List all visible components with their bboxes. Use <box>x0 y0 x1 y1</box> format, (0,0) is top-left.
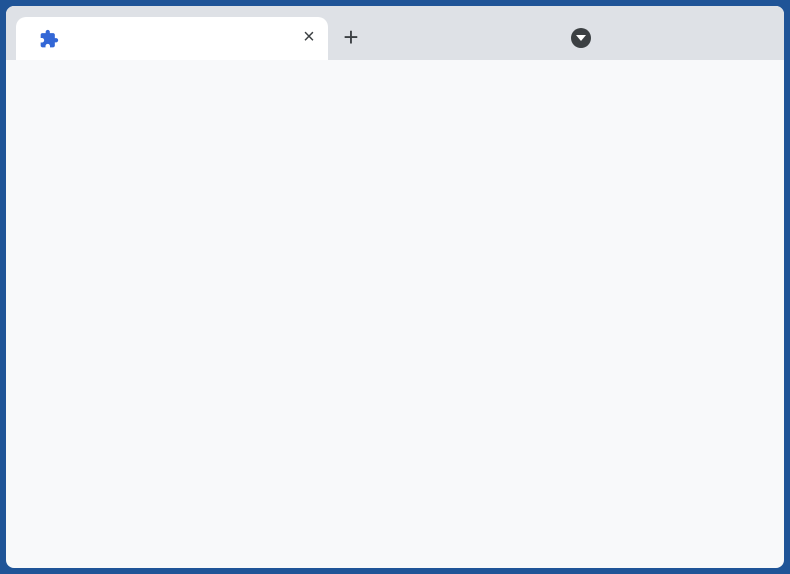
browser-window: × + <box>6 6 784 568</box>
close-tab-icon[interactable]: × <box>299 27 319 47</box>
tab-search-icon[interactable] <box>571 28 591 48</box>
puzzle-icon <box>40 29 59 48</box>
tab-extensions[interactable]: × <box>16 17 328 60</box>
minimize-icon <box>680 12 710 36</box>
new-tab-button[interactable]: + <box>339 24 363 50</box>
tab-strip: × + <box>6 6 784 60</box>
